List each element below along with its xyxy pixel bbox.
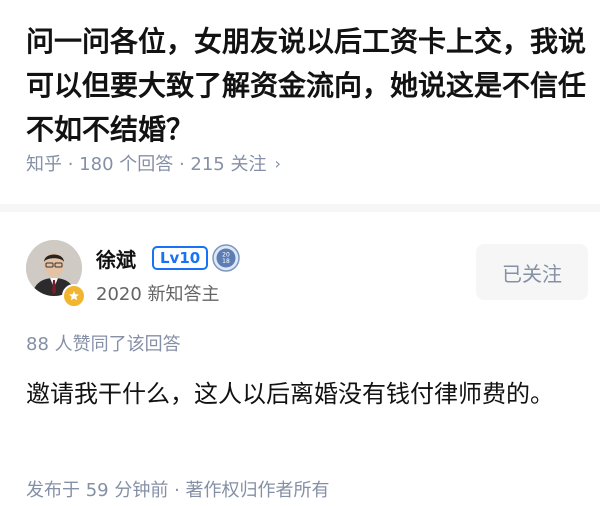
question-meta[interactable]: 知乎 · 180 个回答 · 215 关注 ›: [26, 150, 281, 176]
round-badge-icon: 20 18: [212, 244, 240, 272]
vote-count: 88 人赞同了该回答: [26, 334, 181, 355]
svg-text:18: 18: [222, 258, 230, 265]
chevron-right-icon: ›: [274, 153, 281, 173]
answer-content[interactable]: 邀请我干什么，这人以后离婚没有钱付律师费的。: [26, 372, 582, 416]
section-divider: [0, 204, 600, 212]
verified-badge-icon: [62, 284, 86, 308]
level-badge: Lv10: [152, 246, 209, 270]
answer-footer: 发布于 59 分钟前 · 著作权归作者所有: [26, 480, 330, 501]
question-title[interactable]: 问一问各位，女朋友说以后工资卡上交，我说可以但要大致了解资金流向，她说这是不信任…: [26, 20, 586, 152]
follow-button[interactable]: 已关注: [476, 244, 588, 300]
question-meta-text: 知乎 · 180 个回答 · 215 关注: [26, 154, 267, 175]
author-description: 2020 新知答主: [96, 284, 220, 305]
author-name[interactable]: 徐斌: [96, 244, 136, 273]
